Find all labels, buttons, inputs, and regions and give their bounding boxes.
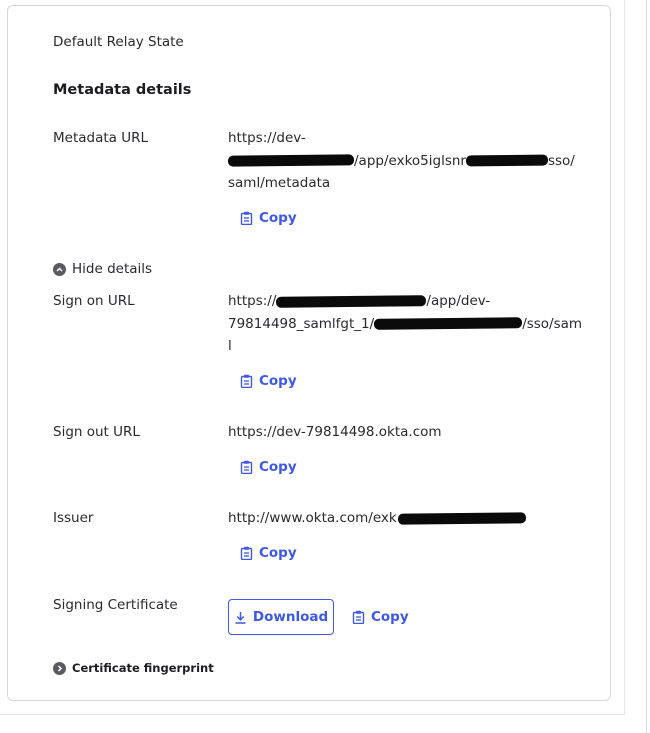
copy-certificate-button[interactable]: Copy: [352, 605, 409, 629]
redaction-mark: [276, 294, 427, 308]
copy-label: Copy: [371, 609, 409, 625]
copy-label: Copy: [259, 373, 297, 389]
clipboard-icon: [240, 374, 253, 388]
sign-on-url-line-1: https:// /app/dev-: [228, 290, 573, 313]
copy-label: Copy: [259, 210, 297, 226]
certificate-fingerprint-label: Certificate fingerprint: [72, 661, 214, 675]
window-edge: [646, 0, 647, 733]
issuer-value: http://www.okta.com/exk: [228, 510, 526, 526]
sign-on-url-line-2-end: /sso/sam: [522, 315, 583, 332]
redaction-mark: [397, 511, 526, 525]
redaction-mark: [374, 317, 523, 330]
sign-on-url-line-1-start: https://: [228, 293, 277, 309]
copy-issuer-button[interactable]: Copy: [240, 541, 297, 565]
certificate-fingerprint-toggle[interactable]: Certificate fingerprint: [53, 661, 214, 675]
copy-metadata-url-button[interactable]: Copy: [240, 206, 297, 230]
metadata-url-line-2-middle: /app/exko5iglsnr: [354, 152, 466, 169]
sign-out-url-label: Sign out URL: [53, 424, 140, 440]
download-label: Download: [252, 609, 329, 625]
issuer-value-text: http://www.okta.com/exk: [228, 510, 397, 526]
panel-divider-horizontal: [0, 714, 625, 715]
sign-out-url-value: https://dev-79814498.okta.com: [228, 424, 442, 440]
redaction-mark: [227, 154, 355, 167]
issuer-label: Issuer: [53, 510, 94, 526]
copy-label: Copy: [259, 545, 297, 561]
clipboard-icon: [240, 460, 253, 474]
sign-on-url-line-1-end: /app/dev-: [426, 293, 491, 309]
metadata-details-heading: Metadata details: [53, 82, 192, 98]
download-icon: [235, 611, 246, 624]
sign-on-url-line-3: l: [228, 338, 232, 354]
hide-details-label: Hide details: [72, 261, 153, 277]
metadata-url-value: https://dev- /app/exko5iglsnr sso/ saml/m…: [227, 127, 575, 195]
clipboard-icon: [240, 211, 253, 225]
chevron-right-circle-icon: [53, 661, 66, 675]
metadata-url-label: Metadata URL: [53, 130, 149, 146]
clipboard-icon: [240, 546, 253, 560]
metadata-url-line-1: https://dev-: [228, 130, 306, 146]
download-certificate-button[interactable]: Download: [228, 599, 334, 635]
sign-on-url-label: Sign on URL: [53, 293, 135, 309]
sign-on-url-line-2-start: 79814498_samlfgt_1/: [228, 315, 375, 332]
sign-on-url-line-2: 79814498_samlfgt_1/ /sso/sam: [228, 313, 582, 336]
metadata-url-line-3: saml/metadata: [228, 175, 331, 191]
sign-on-url-value: https:// /app/dev- 79814498_samlfgt_1/ /ss…: [228, 290, 582, 358]
chevron-up-circle-icon: [53, 262, 66, 276]
metadata-url-line-2-end: sso/: [547, 152, 575, 169]
signing-certificate-label: Signing Certificate: [53, 597, 178, 613]
clipboard-icon: [352, 610, 365, 624]
copy-label: Copy: [259, 459, 297, 475]
copy-sign-on-url-button[interactable]: Copy: [240, 369, 297, 393]
redaction-mark: [465, 154, 549, 167]
hide-details-toggle[interactable]: Hide details: [53, 261, 152, 277]
copy-sign-out-url-button[interactable]: Copy: [240, 455, 297, 479]
metadata-url-line-2: /app/exko5iglsnr sso/: [227, 150, 575, 173]
panel-divider-vertical: [624, 0, 625, 714]
default-relay-state-label: Default Relay State: [53, 34, 184, 50]
